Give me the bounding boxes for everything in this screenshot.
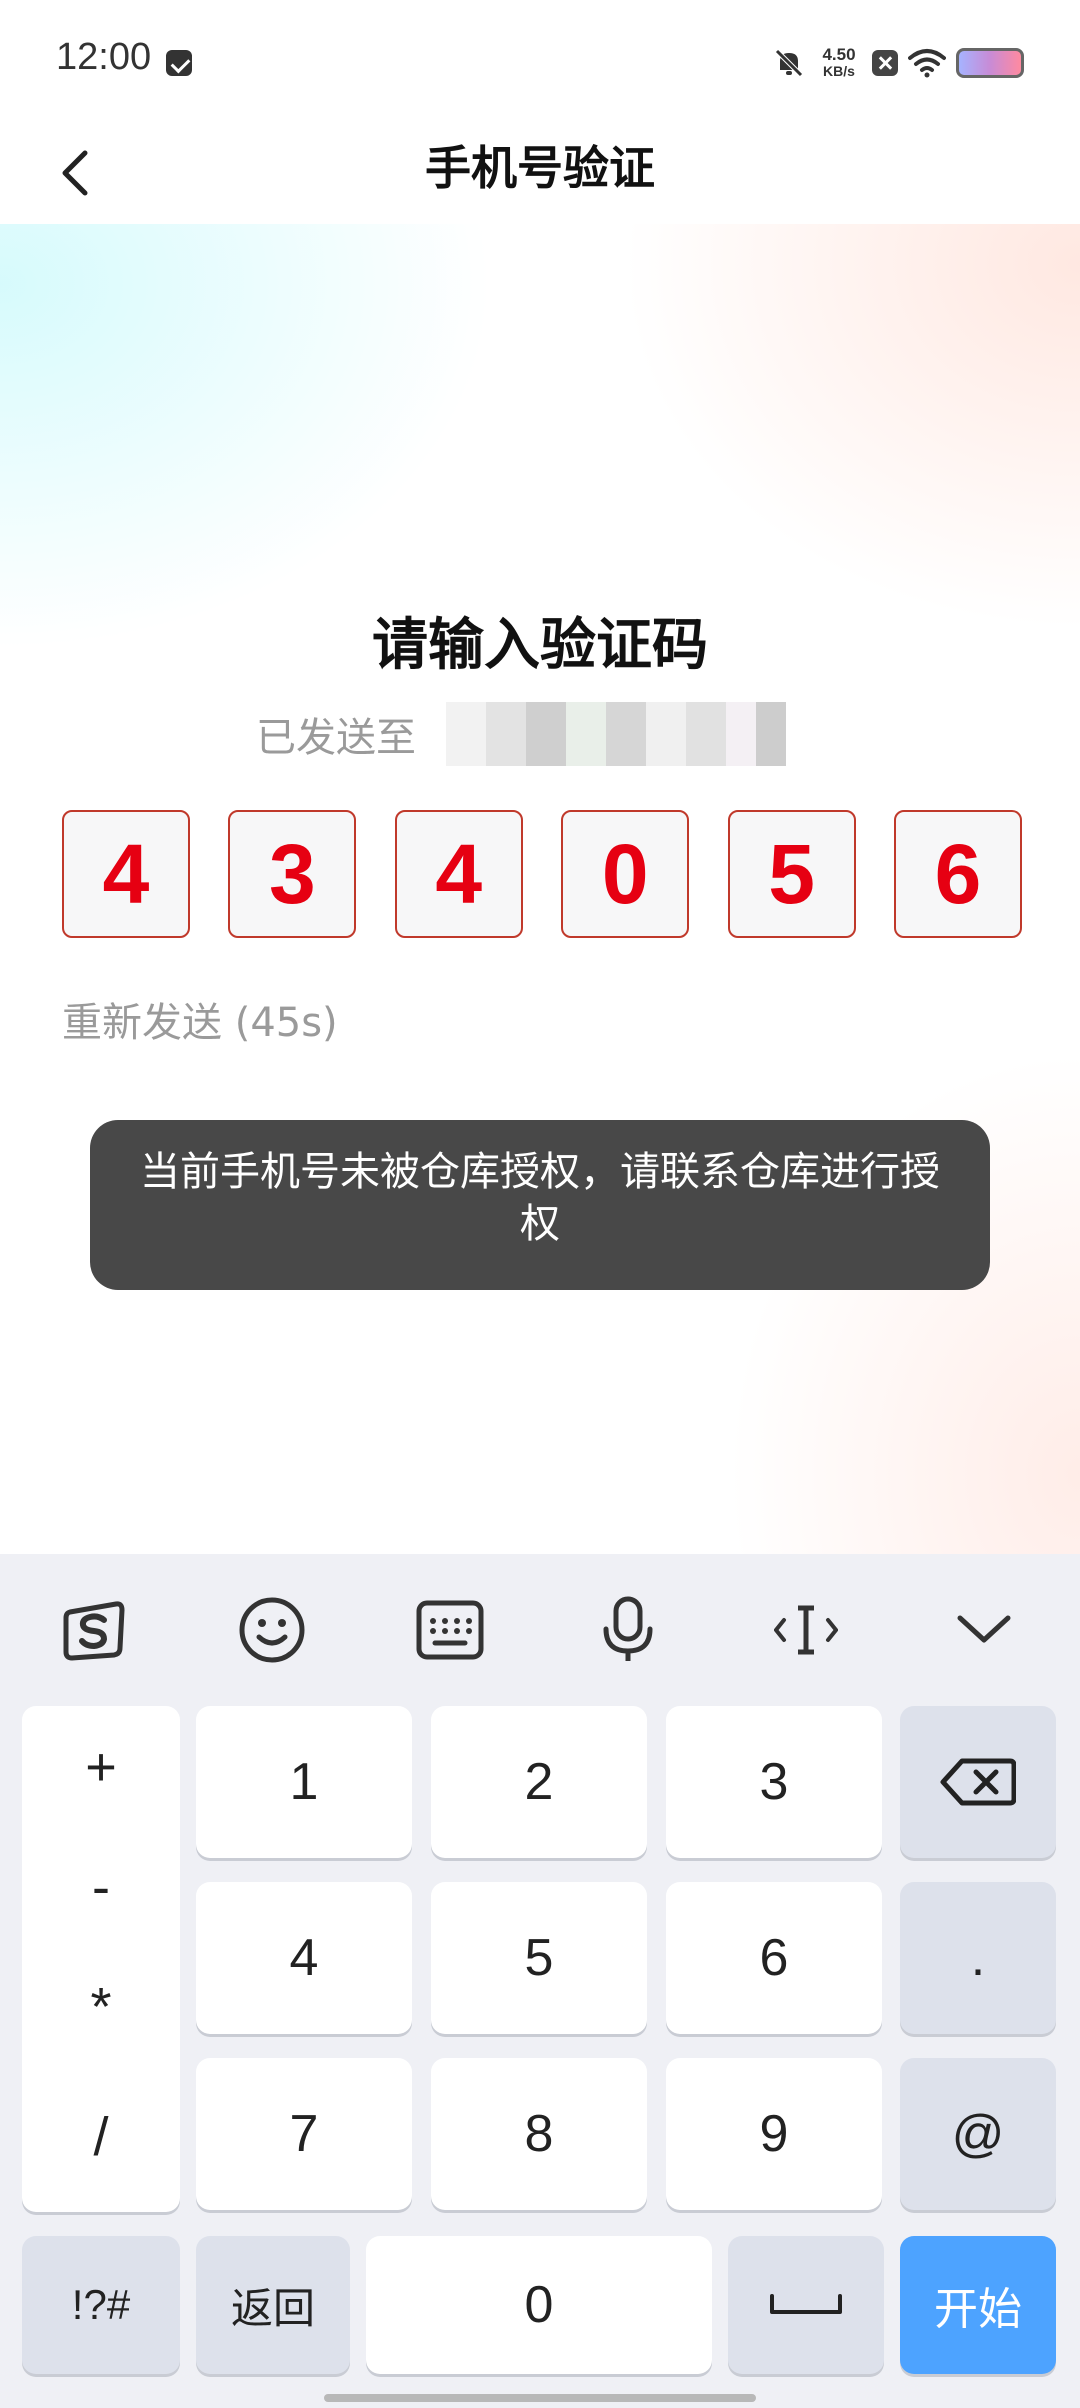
status-time: 12:00 — [56, 36, 152, 78]
toast-message: 当前手机号未被仓库授权，请联系仓库进行授权 — [90, 1120, 990, 1290]
symbol-plus-key[interactable]: + — [22, 1736, 180, 1798]
symbol-asterisk-key[interactable]: * — [22, 1976, 180, 2038]
key-8[interactable]: 8 — [431, 2058, 647, 2210]
space-key[interactable] — [728, 2236, 884, 2374]
at-key[interactable]: @ — [900, 2058, 1056, 2210]
page-title: 手机号验证 — [425, 141, 655, 195]
close-box-icon — [872, 50, 898, 76]
status-bar: 12:00 4.50 KB/s — [0, 0, 1080, 120]
code-digit-4[interactable]: 0 — [561, 810, 690, 938]
key-0[interactable]: 0 — [366, 2236, 712, 2374]
key-2[interactable]: 2 — [431, 1706, 647, 1858]
code-digit-3[interactable]: 4 — [394, 810, 523, 938]
verification-content: 请输入验证码 已发送至 4 3 4 0 5 6 重新发送 (45s) 当前手机号… — [0, 224, 1080, 1554]
numeric-keyboard: + - * / 1 2 3 4 5 6 . 7 8 9 @ !?# 返回 0 开… — [0, 1554, 1080, 2408]
symbol-minus-key[interactable]: - — [22, 1856, 180, 1918]
backspace-icon — [940, 1758, 1016, 1806]
key-9[interactable]: 9 — [666, 2058, 882, 2210]
network-speed: 4.50 KB/s — [816, 46, 862, 80]
microphone-icon[interactable] — [588, 1590, 668, 1670]
key-3[interactable]: 3 — [666, 1706, 882, 1858]
wifi-icon — [908, 49, 946, 78]
space-icon — [770, 2294, 842, 2314]
symbols-key[interactable]: !?# — [22, 2236, 180, 2374]
symbol-slash-key[interactable]: / — [22, 2106, 180, 2168]
notification-icon — [166, 50, 192, 76]
sent-to-row: 已发送至 — [256, 702, 786, 766]
keyboard-toolbar — [0, 1554, 1080, 1694]
app-header: 手机号验证 — [0, 120, 1080, 224]
verification-title: 请输入验证码 — [372, 613, 708, 678]
speed-value: 4.50 — [822, 45, 856, 64]
key-6[interactable]: 6 — [666, 1882, 882, 2034]
back-key[interactable]: 返回 — [196, 2236, 350, 2374]
dot-key[interactable]: . — [900, 1882, 1056, 2034]
code-digit-6[interactable]: 6 — [893, 810, 1022, 938]
code-digit-2[interactable]: 3 — [228, 810, 357, 938]
start-key[interactable]: 开始 — [900, 2236, 1056, 2374]
speed-unit: KB/s — [823, 63, 855, 79]
phone-verification-screen: 12:00 4.50 KB/s 手机号验证 请输入验证码 已发送至 4 3 4 … — [0, 0, 1080, 2408]
sogou-logo-icon[interactable] — [54, 1590, 134, 1670]
key-7[interactable]: 7 — [196, 2058, 412, 2210]
cursor-icon[interactable] — [766, 1590, 846, 1670]
code-input[interactable]: 4 3 4 0 5 6 — [62, 810, 1022, 938]
symbol-column: + - * / — [22, 1706, 180, 2212]
backspace-key[interactable] — [900, 1706, 1056, 1858]
emoji-icon[interactable] — [232, 1590, 312, 1670]
code-digit-1[interactable]: 4 — [62, 810, 190, 938]
key-4[interactable]: 4 — [196, 1882, 412, 2034]
battery-icon — [956, 48, 1024, 78]
home-indicator[interactable] — [324, 2394, 756, 2402]
status-icons: 4.50 KB/s — [772, 38, 1024, 88]
collapse-icon[interactable] — [944, 1590, 1024, 1670]
keyboard-icon[interactable] — [410, 1590, 490, 1670]
key-5[interactable]: 5 — [431, 1882, 647, 2034]
mute-icon — [775, 49, 803, 77]
code-digit-5[interactable]: 5 — [727, 810, 856, 938]
sent-to-label: 已发送至 — [256, 715, 416, 761]
key-1[interactable]: 1 — [196, 1706, 412, 1858]
masked-phone-number — [446, 702, 786, 766]
resend-countdown: 重新发送 (45s) — [62, 1000, 338, 1046]
